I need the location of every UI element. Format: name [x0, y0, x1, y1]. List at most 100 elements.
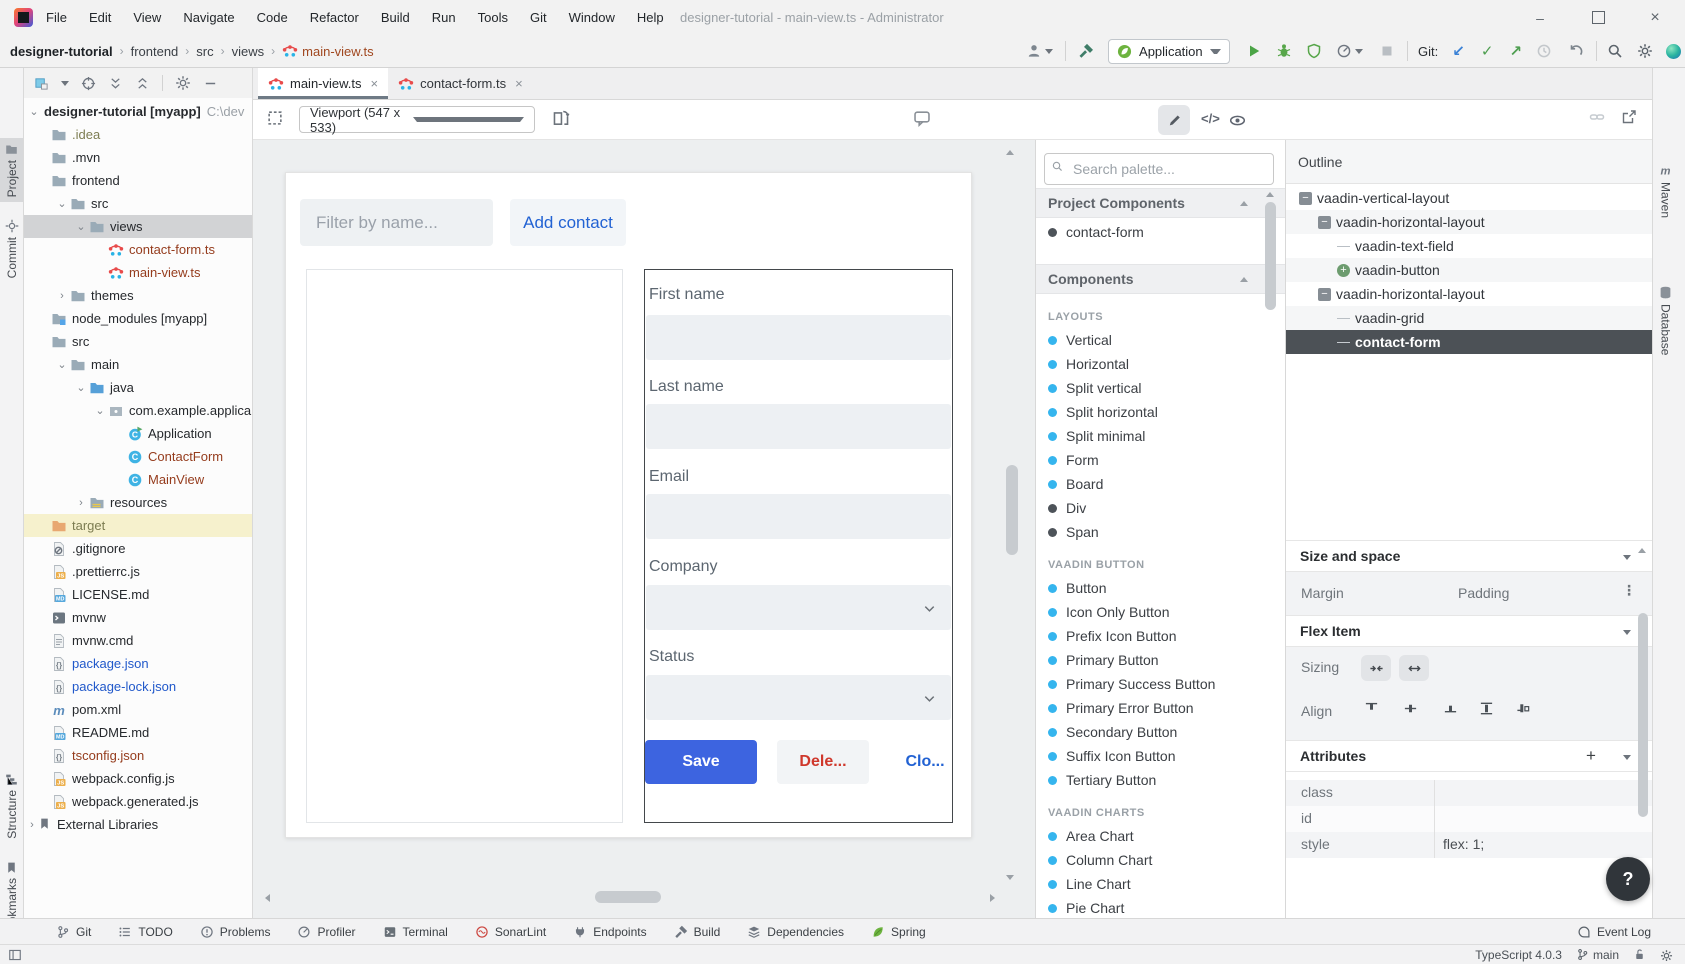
palette-item-split-minimal[interactable]: Split minimal: [1036, 424, 1285, 448]
breadcrumb-item[interactable]: views: [232, 44, 265, 59]
palette-item-board[interactable]: Board: [1036, 472, 1285, 496]
contacts-grid[interactable]: [306, 269, 623, 823]
menu-navigate[interactable]: Navigate: [183, 10, 234, 25]
coverage-button[interactable]: [1306, 43, 1322, 59]
tree-item[interactable]: MD LICENSE.md: [24, 583, 253, 606]
tree-item[interactable]: {} package-lock.json: [24, 675, 253, 698]
toolwindow-endpoints[interactable]: Endpoints: [573, 925, 646, 939]
palette-item-primary-button[interactable]: Primary Button: [1036, 648, 1285, 672]
error-form-button[interactable]: Dele...: [777, 740, 869, 784]
palette-item-horizontal[interactable]: Horizontal: [1036, 352, 1285, 376]
palette-item-tertiary-button[interactable]: Tertiary Button: [1036, 768, 1285, 792]
field-input-last-name[interactable]: [646, 404, 951, 449]
field-input-first-name[interactable]: [646, 315, 951, 360]
align-box-icon[interactable]: [1516, 701, 1531, 716]
tree-item[interactable]: node_modules [myapp]: [24, 307, 253, 330]
palette-item-prefix-icon-button[interactable]: Prefix Icon Button: [1036, 624, 1285, 648]
code-view-button[interactable]: </>: [1201, 111, 1220, 126]
palette-item-button[interactable]: Button: [1036, 576, 1285, 600]
toolwindow-profiler[interactable]: Profiler: [297, 925, 355, 939]
tree-item[interactable]: C Application: [24, 422, 253, 445]
editor-tab-contact-form.ts[interactable]: contact-form.ts ×: [388, 68, 533, 99]
palette-item-vertical[interactable]: Vertical: [1036, 328, 1285, 352]
palette-search-input[interactable]: [1044, 153, 1274, 185]
edit-mode-button[interactable]: [1158, 105, 1190, 135]
design-canvas[interactable]: Add contact First name Last name Email C…: [253, 140, 1035, 918]
tree-item[interactable]: ⌄ com.example.applica: [24, 399, 253, 422]
stripe-tab-project[interactable]: Project: [0, 138, 23, 202]
attributes-section-header[interactable]: Attributes +: [1286, 740, 1652, 772]
artboard-icon[interactable]: [552, 109, 570, 127]
tree-item[interactable]: .mvn: [24, 146, 253, 169]
field-input-email[interactable]: [646, 494, 951, 539]
tree-item[interactable]: MD README.md: [24, 721, 253, 744]
flex-item-section-header[interactable]: Flex Item: [1286, 615, 1652, 647]
outline-node-vaadin-grid[interactable]: vaadin-grid: [1286, 306, 1652, 330]
components-header[interactable]: Components: [1036, 264, 1285, 294]
run-button[interactable]: [1246, 43, 1262, 59]
breadcrumb-item[interactable]: frontend: [131, 44, 179, 59]
selection-tool-icon[interactable]: [266, 109, 284, 127]
menu-file[interactable]: File: [46, 10, 67, 25]
tree-item[interactable]: ⌄ views: [24, 215, 253, 238]
rollback-icon[interactable]: [1568, 43, 1584, 59]
editor-tab-main-view.ts[interactable]: main-view.ts ×: [258, 68, 388, 99]
stripe-tab-database[interactable]: Database: [1654, 280, 1677, 360]
palette-item-div[interactable]: Div: [1036, 496, 1285, 520]
field-input-status[interactable]: [646, 675, 951, 720]
tree-item[interactable]: › themes: [24, 284, 253, 307]
menu-refactor[interactable]: Refactor: [310, 10, 359, 25]
scroll-left-icon[interactable]: [265, 894, 270, 902]
breadcrumb-item[interactable]: src: [196, 44, 213, 59]
toolwindow-todo[interactable]: TODO: [118, 925, 172, 939]
palette-item-split-vertical[interactable]: Split vertical: [1036, 376, 1285, 400]
run-config-selector[interactable]: Application: [1108, 39, 1230, 64]
menu-git[interactable]: Git: [530, 10, 547, 25]
field-input-company[interactable]: [646, 585, 951, 630]
toolwindow-dependencies[interactable]: Dependencies: [747, 925, 844, 939]
horizontal-scrollbar[interactable]: [595, 891, 661, 903]
tree-item[interactable]: m pom.xml: [24, 698, 253, 721]
toolwindow-event-log[interactable]: Event Log: [1577, 925, 1651, 939]
settings-gear-icon[interactable]: [1637, 43, 1653, 59]
outline-node-vaadin-horizontal-layout[interactable]: −vaadin-horizontal-layout: [1286, 282, 1652, 306]
tree-item[interactable]: C MainView: [24, 468, 253, 491]
user-menu[interactable]: [1026, 43, 1053, 59]
palette-item-line-chart[interactable]: Line Chart: [1036, 872, 1285, 896]
stripe-tab-commit[interactable]: Commit: [0, 214, 23, 283]
props-scroll-up-icon[interactable]: [1638, 548, 1646, 553]
add-contact-button[interactable]: Add contact: [510, 199, 626, 246]
project-root-row[interactable]: ⌄ designer-tutorial [myapp] C:\dev: [24, 100, 253, 123]
palette-item-primary-success-button[interactable]: Primary Success Button: [1036, 672, 1285, 696]
tree-item[interactable]: ⌄ src: [24, 192, 253, 215]
tree-item[interactable]: target: [24, 514, 253, 537]
menu-edit[interactable]: Edit: [89, 10, 111, 25]
tree-item[interactable]: mvnw.cmd: [24, 629, 253, 652]
close-tab-icon[interactable]: ×: [515, 76, 523, 91]
profiler-button[interactable]: [1336, 43, 1363, 59]
ide-sphere-icon[interactable]: [1666, 44, 1681, 59]
palette-item-form[interactable]: Form: [1036, 448, 1285, 472]
tree-item[interactable]: frontend: [24, 169, 253, 192]
viewport-selector[interactable]: Viewport (547 x 533): [299, 106, 535, 133]
tree-item[interactable]: src: [24, 330, 253, 353]
menu-help[interactable]: Help: [637, 10, 664, 25]
palette-item-area-chart[interactable]: Area Chart: [1036, 824, 1285, 848]
git-update-icon[interactable]: ↙: [1452, 44, 1465, 59]
typescript-version[interactable]: TypeScript 4.0.3: [1475, 948, 1562, 962]
stripe-tab-maven[interactable]: mMaven: [1654, 158, 1677, 223]
align-start-icon[interactable]: [1364, 701, 1379, 716]
palette-item-suffix-icon-button[interactable]: Suffix Icon Button: [1036, 744, 1285, 768]
minimize-button[interactable]: –: [1517, 0, 1563, 35]
outline-node-contact-form[interactable]: contact-form: [1286, 330, 1652, 354]
palette-item-split-horizontal[interactable]: Split horizontal: [1036, 400, 1285, 424]
toolwindow-problems[interactable]: Problems: [200, 925, 271, 939]
close-button[interactable]: ×: [1632, 0, 1678, 35]
git-branch-widget[interactable]: main: [1576, 948, 1619, 962]
align-baseline-icon[interactable]: [1443, 701, 1458, 716]
debug-button[interactable]: [1276, 43, 1292, 59]
tree-item[interactable]: JS webpack.generated.js: [24, 790, 253, 813]
add-attribute-icon[interactable]: +: [1586, 746, 1596, 766]
attribute-value[interactable]: flex: 1;: [1434, 832, 1634, 858]
contact-form-component[interactable]: First name Last name Email Company Statu…: [644, 269, 953, 823]
